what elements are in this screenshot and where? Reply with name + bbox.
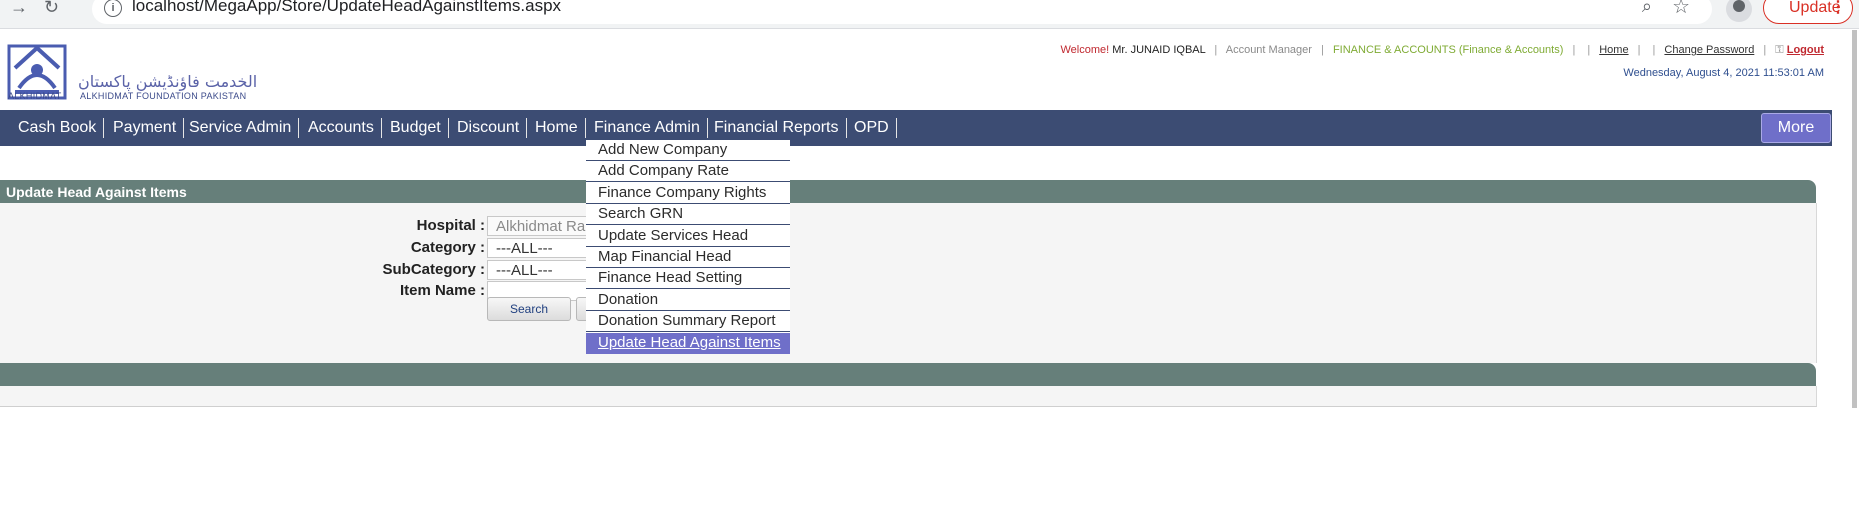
panel-body: [0, 203, 1817, 363]
zoom-icon[interactable]: ⌕: [1642, 0, 1652, 17]
nav-item-accounts[interactable]: Accounts: [301, 118, 382, 138]
logo-urdu-text: الخدمت فاؤنڈیشن پاکستان: [78, 72, 258, 91]
user-name: Mr. JUNAID IQBAL: [1112, 44, 1206, 56]
address-bar[interactable]: i localhost/MegaApp/Store/UpdateHeadAgai…: [92, 0, 1712, 24]
finance-admin-dropdown: Add New Company Add Company Rate Finance…: [586, 140, 790, 354]
search-button[interactable]: Search: [487, 297, 571, 321]
home-link[interactable]: Home: [1599, 44, 1628, 56]
bookmark-star-icon[interactable]: ☆: [1672, 0, 1690, 19]
menu-item-finance-company-rights[interactable]: Finance Company Rights: [586, 183, 790, 204]
user-info-bar: Welcome! Mr. JUNAID IQBAL | Account Mana…: [1060, 44, 1824, 56]
page-scrollbar[interactable]: [1852, 30, 1857, 408]
forward-arrow-icon[interactable]: →: [10, 0, 28, 18]
url-text: localhost/MegaApp/Store/UpdateHeadAgains…: [132, 0, 562, 15]
results-body: [0, 386, 1817, 407]
menu-item-finance-head-setting[interactable]: Finance Head Setting: [586, 268, 790, 289]
menu-item-update-head-against-items[interactable]: Update Head Against Items: [586, 333, 790, 354]
nav-item-cash-book[interactable]: Cash Book: [11, 118, 105, 138]
page-title: Update Head Against Items: [6, 184, 187, 200]
reload-icon[interactable]: ↻: [44, 0, 59, 18]
current-datetime: Wednesday, August 4, 2021 11:53:01 AM: [1623, 67, 1824, 79]
logo-english-text: ALKHIDMAT FOUNDATION PAKISTAN: [80, 91, 247, 101]
item-name-label: Item Name :: [399, 282, 485, 299]
browser-toolbar: → ↻ i localhost/MegaApp/Store/UpdateHead…: [0, 0, 1859, 29]
main-nav: Cash Book Payment Service Admin Accounts…: [0, 110, 1832, 146]
nav-item-payment[interactable]: Payment: [106, 118, 185, 138]
subcategory-label: SubCategory :: [382, 261, 485, 278]
menu-item-search-grn[interactable]: Search GRN: [586, 204, 790, 225]
menu-item-map-financial-head[interactable]: Map Financial Head: [586, 247, 790, 268]
browser-update-button[interactable]: Update ⋮: [1763, 0, 1853, 24]
menu-item-donation-summary-report[interactable]: Donation Summary Report: [586, 311, 790, 332]
change-password-link[interactable]: Change Password: [1664, 44, 1754, 56]
nav-item-budget[interactable]: Budget: [383, 118, 449, 138]
hospital-label: Hospital :: [416, 217, 485, 234]
user-role: Account Manager: [1225, 44, 1312, 56]
nav-item-financial-reports[interactable]: Financial Reports: [707, 118, 847, 138]
menu-item-update-services-head[interactable]: Update Services Head: [586, 226, 790, 247]
more-button[interactable]: More: [1761, 113, 1831, 143]
menu-item-add-new-company[interactable]: Add New Company: [586, 140, 790, 161]
menu-item-donation[interactable]: Donation: [586, 290, 790, 311]
nav-item-opd[interactable]: OPD: [847, 118, 897, 138]
nav-item-discount[interactable]: Discount: [450, 118, 528, 138]
logout-link[interactable]: Logout: [1787, 44, 1824, 56]
menu-item-add-company-rate[interactable]: Add Company Rate: [586, 161, 790, 182]
panel-header: Update Head Against Items: [0, 180, 1816, 203]
profile-avatar-icon[interactable]: [1726, 0, 1752, 22]
nav-item-home[interactable]: Home: [528, 118, 586, 138]
welcome-text: Welcome!: [1060, 44, 1110, 56]
nav-item-finance-admin[interactable]: Finance Admin: [587, 118, 708, 138]
info-icon[interactable]: i: [104, 0, 122, 17]
nav-item-service-admin[interactable]: Service Admin: [182, 118, 300, 138]
key-icon: ⚿: [1775, 44, 1784, 56]
logo-small-text: ALKHIDMAT: [8, 91, 62, 101]
user-department: FINANCE & ACCOUNTS (Finance & Accounts): [1332, 44, 1564, 56]
more-vert-icon[interactable]: ⋮: [1830, 0, 1846, 23]
results-header: [0, 363, 1816, 386]
category-label: Category :: [410, 239, 485, 256]
